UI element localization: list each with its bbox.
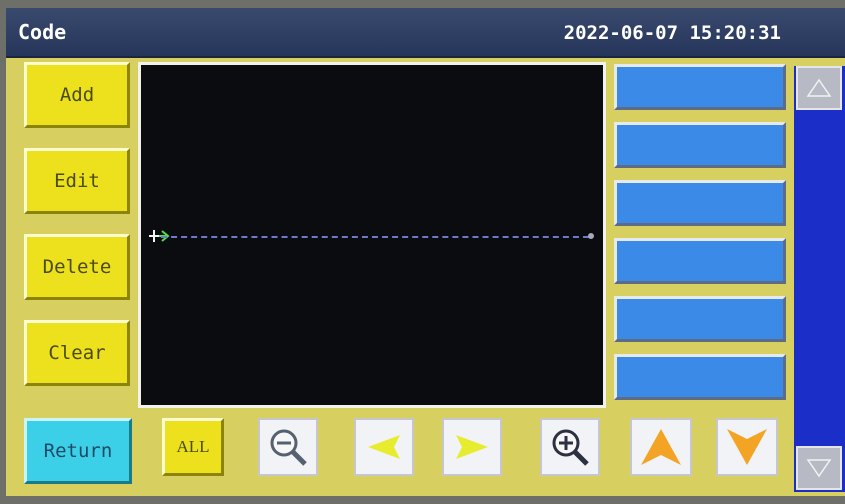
code-slot[interactable] <box>614 122 786 168</box>
return-button[interactable]: Return <box>24 418 132 484</box>
arrow-down-icon <box>727 429 767 465</box>
add-button[interactable]: Add <box>24 62 130 128</box>
scroll-up-button[interactable] <box>796 66 842 110</box>
code-slot[interactable] <box>614 296 786 342</box>
arrow-up-icon <box>641 429 681 465</box>
stitch-path-line <box>161 236 589 238</box>
datetime-display: 2022-06-07 15:20:31 <box>563 22 781 44</box>
code-slot[interactable] <box>614 64 786 110</box>
arrow-left-icon <box>368 435 400 459</box>
pattern-canvas[interactable] <box>138 62 606 408</box>
code-slot[interactable] <box>614 354 786 400</box>
show-all-button[interactable]: ALL <box>162 418 224 476</box>
page-title: Code <box>18 20 67 44</box>
clear-button[interactable]: Clear <box>24 320 130 386</box>
code-slot[interactable] <box>614 238 786 284</box>
zoom-in-icon <box>552 429 589 466</box>
list-scrollbar[interactable] <box>794 66 845 492</box>
zoom-out-button[interactable] <box>258 418 318 476</box>
machine-screen: Code 2022-06-07 15:20:31 Add Edit Delete… <box>6 8 845 496</box>
arrow-right-icon <box>456 435 488 459</box>
path-end-point <box>588 233 594 239</box>
scroll-down-button[interactable] <box>796 446 842 490</box>
move-left-button[interactable] <box>354 418 414 476</box>
code-slot[interactable] <box>614 180 786 226</box>
move-right-button[interactable] <box>442 418 502 476</box>
zoom-in-button[interactable] <box>540 418 600 476</box>
scroll-up-icon <box>806 78 832 97</box>
zoom-out-icon <box>270 429 307 466</box>
move-down-button[interactable] <box>716 418 778 476</box>
title-bar: Code 2022-06-07 15:20:31 <box>6 8 845 58</box>
scroll-down-icon <box>806 459 832 478</box>
move-up-button[interactable] <box>630 418 692 476</box>
edit-button[interactable]: Edit <box>24 148 130 214</box>
delete-button[interactable]: Delete <box>24 234 130 300</box>
